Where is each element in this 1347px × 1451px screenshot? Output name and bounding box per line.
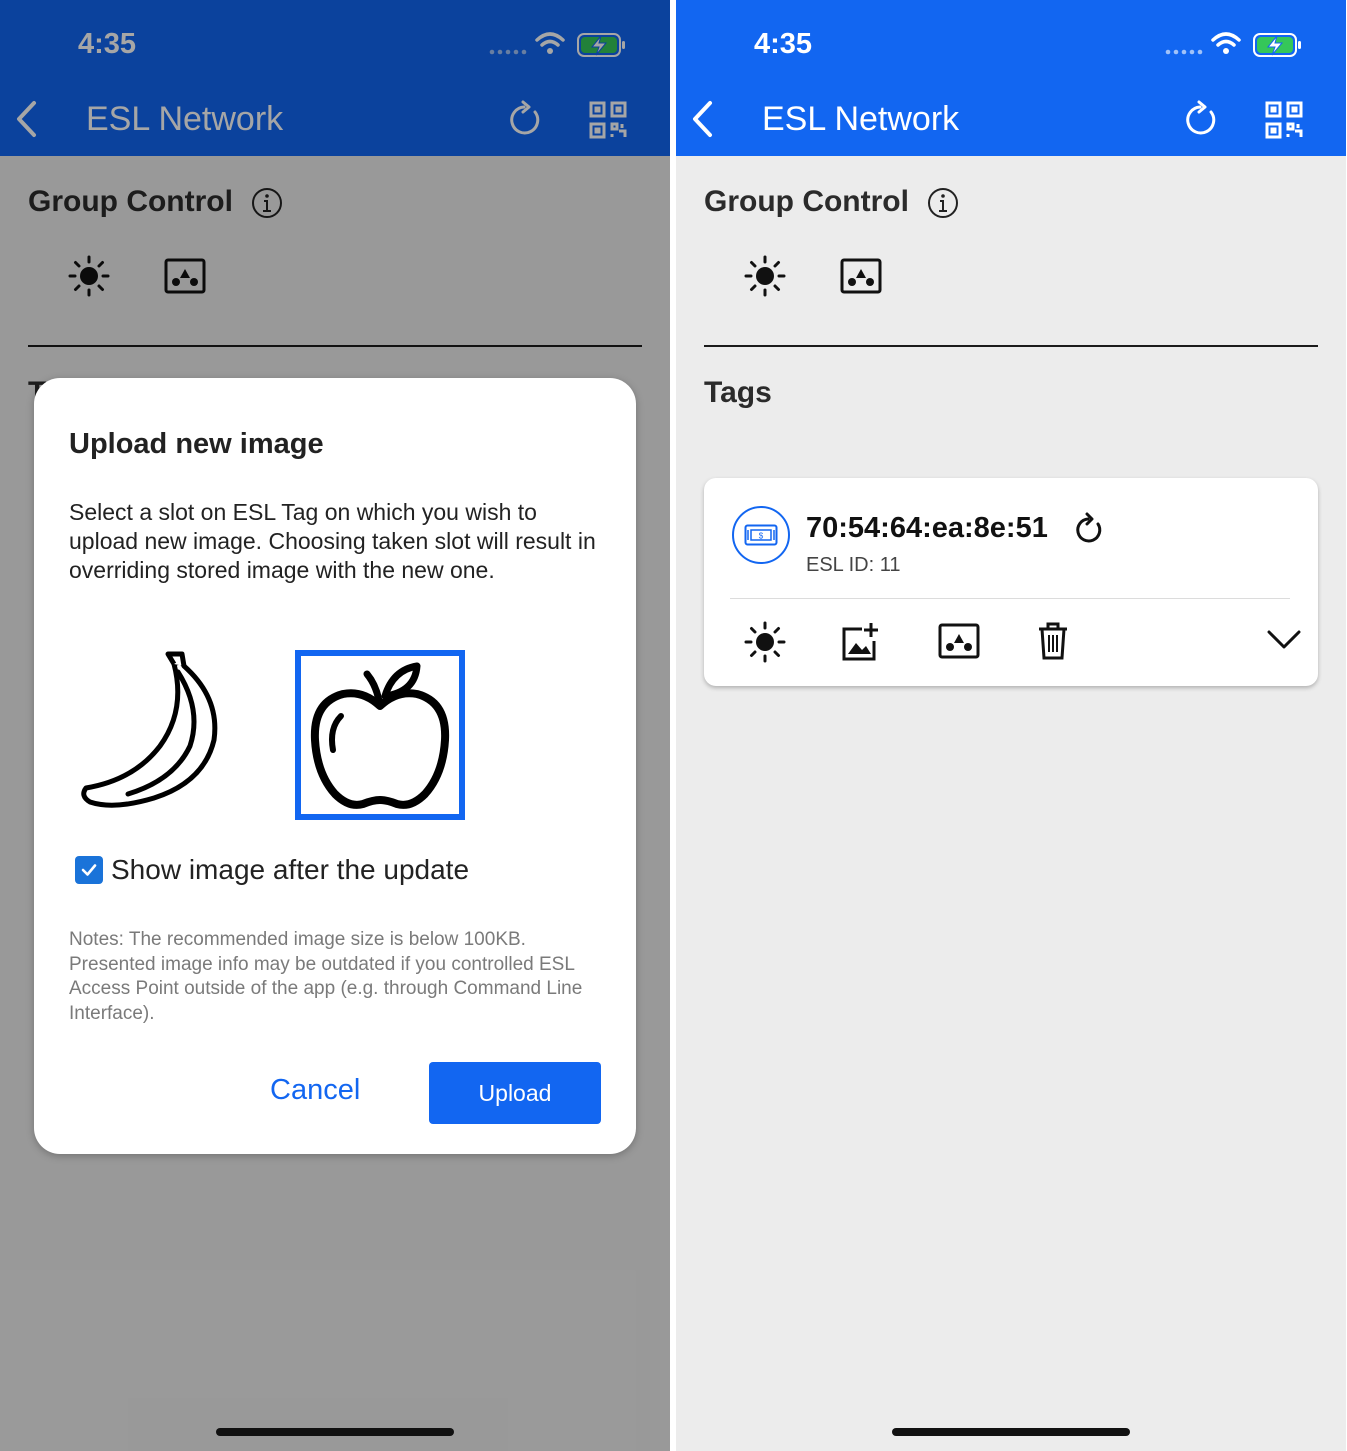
expand-tag-button[interactable] [1266,628,1302,657]
tag-brightness-button[interactable] [744,621,786,668]
group-display-image-button[interactable] [839,256,883,301]
status-time: 4:35 [754,28,813,60]
image-slot-2-selected[interactable] [295,650,465,820]
dialog-title: Upload new image [69,428,324,460]
dialog-message: Select a slot on ESL Tag on which you wi… [69,499,596,583]
section-divider [704,345,1318,347]
sun-icon [744,255,786,297]
banana-icon [81,651,218,808]
show-image-checkbox-label: Show image after the update [111,854,470,885]
info-button[interactable] [926,186,960,225]
tag-card: $ 70:54:64:ea:8e:51 ESL ID: 11 [704,478,1318,686]
wifi-icon [1211,32,1241,47]
dialog-notes: Notes: The recommended image size is bel… [69,929,583,1024]
refresh-button[interactable] [1180,100,1220,145]
tag-esl-id: ESL ID: 11 [806,554,901,576]
qr-code-icon [1265,101,1303,139]
esl-tag-avatar: $ [732,506,790,564]
tag-mac-address: 70:54:64:ea:8e:51 [806,512,1048,544]
trash-icon [1039,622,1067,660]
show-image-checkbox-row[interactable]: Show image after the update [75,854,469,886]
status-icons [1164,30,1304,65]
apple-icon [310,662,450,809]
add-image-icon [842,623,878,661]
chevron-down-icon [1267,630,1301,649]
upload-button[interactable]: Upload [429,1062,601,1124]
show-image-checkbox[interactable] [75,856,103,884]
display-image-icon [840,258,882,294]
cancel-button[interactable]: Cancel [270,1074,360,1107]
tag-refresh-button[interactable] [1072,512,1104,551]
image-slot-1[interactable] [74,650,244,820]
sun-icon [744,621,786,663]
upload-image-dialog: Upload new image Select a slot on ESL Ta… [34,378,636,1154]
tag-delete-button[interactable] [1036,621,1070,666]
battery-charging-icon [1253,33,1301,57]
signal-dots-icon [1165,49,1203,55]
nav-title: ESL Network [762,100,960,138]
home-indicator[interactable] [892,1428,1130,1436]
info-icon [928,188,958,218]
esl-tag-icon: $ [744,524,778,546]
group-brightness-button[interactable] [744,255,786,302]
home-indicator[interactable] [216,1428,454,1436]
qr-scan-button[interactable] [1264,100,1304,145]
right-screen: 4:35 ESL Network Group Control Tags $ 70… [676,0,1346,1451]
nav-bar: 4:35 ESL Network [676,0,1346,156]
tag-display-image-button[interactable] [937,621,981,666]
refresh-icon [1186,100,1216,135]
back-button[interactable] [690,100,716,143]
checkmark-icon [81,864,97,876]
display-image-icon [938,623,980,659]
tag-upload-image-button[interactable] [840,621,880,668]
card-divider [730,598,1290,599]
tags-title: Tags [704,376,772,409]
svg-text:$: $ [759,532,764,541]
left-screen: 4:35 ESL Network Group Control Upload ne… [0,0,670,1451]
group-control-title: Group Control [704,185,909,218]
refresh-icon [1076,512,1102,543]
